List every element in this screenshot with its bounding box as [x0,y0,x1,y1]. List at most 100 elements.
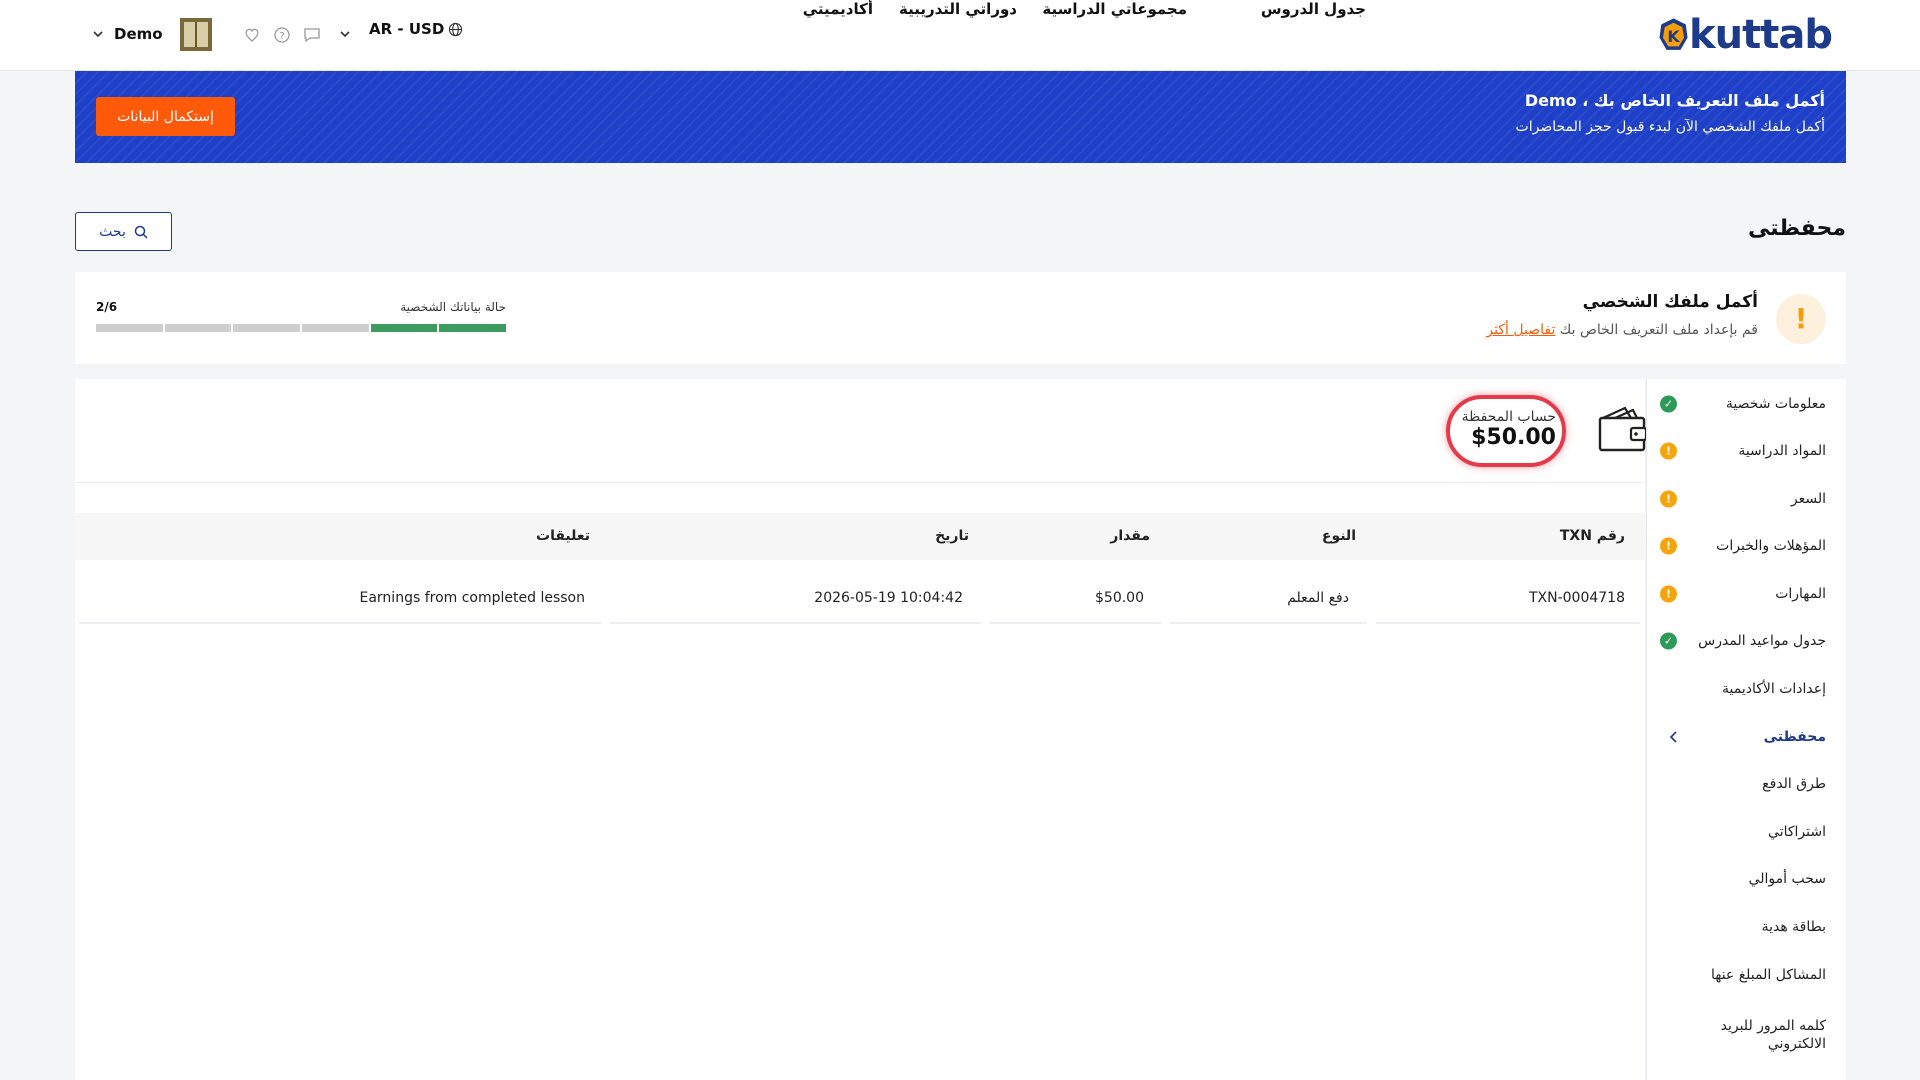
avatar[interactable] [180,18,212,51]
progress-segment [370,324,438,332]
profile-card-subtitle: قم بإعداد ملف التعريف الخاص بك تفاصيل أك… [1486,322,1758,338]
sidebar-item[interactable]: بطاقة هدية [1647,907,1847,947]
sidebar-item-label: طرق الدفع [1762,776,1826,792]
profile-card-subtitle-text: قم بإعداد ملف التعريف الخاص بك [1559,322,1758,338]
sidebar-item[interactable]: محفظتى [1647,717,1847,757]
sidebar-item-label: جدول مواعيد المدرس [1698,633,1826,649]
more-details-link[interactable]: تفاصيل أكثر [1486,322,1555,338]
sidebar-item[interactable]: سحب أموالي [1647,859,1847,899]
col-type: النوع [1321,528,1356,544]
user-name: Demo [114,25,163,43]
wallet-label: حساب المحفظة [1461,409,1556,425]
kuttab-logo[interactable]: K kuttab [1656,12,1833,58]
sidebar-item[interactable]: إعدادات الأكاديمية [1647,669,1847,709]
sidebar-item[interactable]: جدول مواعيد المدرس ✓ [1647,621,1847,661]
profile-card-title: أكمل ملفك الشخصي [1582,292,1758,312]
locale-switcher[interactable]: AR - USD [369,20,463,38]
wallet-amount: $50.00 [1471,425,1556,450]
row-divider [79,622,601,624]
type-cell: دفع المعلم [1287,590,1349,606]
progress-segment [439,324,507,332]
chevron-down-icon[interactable] [338,27,352,41]
profile-status-count: 2/6 [96,300,118,314]
top-header: K kuttab جدول الدروس مجموعاتي الدراسية د… [0,0,1920,71]
sidebar-item-label: المؤهلات والخبرات [1716,538,1826,554]
search-label: بحث [99,223,126,240]
sidebar-item[interactable]: معلومات شخصية ✓ [1647,384,1847,424]
comment-cell: Earnings from completed lesson [359,590,586,606]
svg-text:?: ? [279,31,284,42]
wallet-panel [75,379,1645,1080]
nav-lessons-schedule[interactable]: جدول الدروس [1261,0,1366,18]
nav-my-courses[interactable]: دوراتي التدريبية [899,0,1017,18]
transactions-table-header: رقم TXN النوع مقدار تاريخ تعليقات [75,513,1645,560]
warning-circle-icon: ! [1660,585,1677,603]
warning-circle-icon: ! [1660,490,1677,508]
date-cell: 2026-05-19 10:04:42 [814,590,963,606]
row-divider [1170,622,1367,624]
warning-circle-icon: ! [1660,442,1677,460]
sidebar-item[interactable]: اشتراكاتي [1647,812,1847,852]
progress-segment [302,324,369,332]
sidebar-item[interactable]: المؤهلات والخبرات! [1647,526,1847,566]
wallet-balance-highlight: حساب المحفظة $50.00 [1446,395,1566,467]
progress-segment [96,324,163,332]
settings-sidebar: معلومات شخصية ✓ المواد الدراسية! السعر! المؤ… [1646,379,1846,1080]
col-date: تاريخ [935,528,969,544]
svg-text:K: K [1667,27,1680,46]
sidebar-item-label: المهارات [1775,586,1826,602]
sidebar-item[interactable]: المشاكل المبلغ عنها [1647,955,1847,995]
sidebar-item[interactable]: طرق الدفع [1647,764,1847,804]
logo-text: kuttab [1689,12,1833,58]
search-button[interactable]: بحث [75,212,172,251]
profile-progress-bar [96,324,507,332]
progress-segment [164,324,232,332]
row-divider [1376,622,1640,624]
chevron-left-icon [1669,731,1677,743]
complete-profile-banner: أكمل ملف التعريف الخاص بك ، Demo أكمل مل… [75,71,1846,163]
sidebar-item-label: محفظتى [1763,729,1826,745]
banner-subtitle: أكمل ملفك الشخصي الآن لبدء قبول حجز المح… [1515,119,1825,135]
chat-icon[interactable] [303,26,321,44]
nav-my-academy[interactable]: أكاديميتي [803,0,873,18]
help-icon[interactable]: ? [273,26,291,44]
user-menu[interactable]: Demo [92,25,163,43]
txn-number-cell: TXN-0004718 [1528,590,1625,606]
profile-completion-card: ! أكمل ملفك الشخصي قم بإعداد ملف التعريف… [75,272,1846,364]
heart-icon[interactable] [243,26,261,44]
col-comments: تعليقات [536,528,590,544]
divider [75,482,1645,483]
sidebar-item-label: المشاكل المبلغ عنها [1710,967,1826,983]
banner-title: أكمل ملف التعريف الخاص بك ، Demo [1524,91,1825,110]
wallet-icon [1598,406,1648,452]
warning-circle-icon: ! [1660,537,1677,555]
sidebar-item-label: السعر [1790,491,1826,507]
sidebar-item[interactable]: كلمه المرور للبريد الالكتروني [1647,1007,1847,1063]
sidebar-item-label: كلمه المرور للبريد الالكتروني [1720,1018,1826,1052]
sidebar-item-label: المواد الدراسية [1738,443,1826,459]
col-txn-number: رقم TXN [1559,528,1625,544]
sidebar-item-label: اشتراكاتي [1768,824,1826,840]
chevron-down-icon [93,31,103,38]
sidebar-item-label: سحب أموالي [1748,871,1826,887]
sidebar-item-label: بطاقة هدية [1761,919,1826,935]
check-circle-icon: ✓ [1660,395,1677,413]
warning-icon: ! [1776,294,1826,344]
sidebar-item[interactable]: السعر! [1647,479,1847,519]
profile-status-label: حالة بياناتك الشخصية [400,300,506,314]
complete-data-button[interactable]: إستكمال البيانات [96,97,235,136]
globe-icon [449,22,463,36]
row-divider [989,622,1161,624]
sidebar-item-label: إعدادات الأكاديمية [1722,681,1826,697]
sidebar-item[interactable]: المهارات! [1647,574,1847,614]
sidebar-item[interactable]: المواد الدراسية! [1647,431,1847,471]
row-divider [610,622,981,624]
search-icon [134,225,148,239]
logo-icon: K [1659,18,1688,50]
sidebar-item-label: معلومات شخصية [1725,396,1826,412]
col-amount: مقدار [1110,528,1150,544]
locale-label: AR - USD [369,20,445,38]
progress-segment [233,324,301,332]
check-circle-icon: ✓ [1660,632,1677,650]
nav-my-groups[interactable]: مجموعاتي الدراسية [1042,0,1187,18]
